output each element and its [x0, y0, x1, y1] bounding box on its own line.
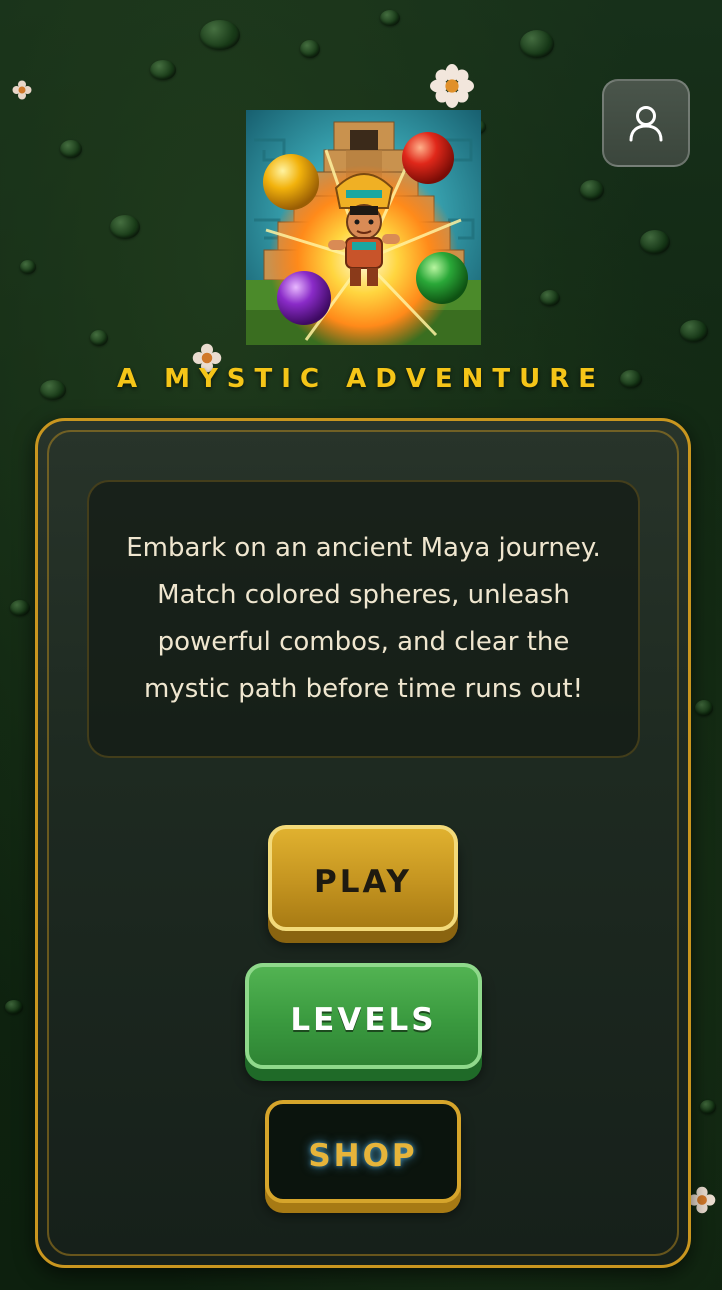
water-droplet	[60, 140, 82, 158]
game-key-art	[246, 110, 481, 345]
water-droplet	[520, 30, 554, 58]
water-droplet	[90, 330, 108, 346]
water-droplet	[150, 60, 176, 80]
flower-icon	[688, 1186, 716, 1214]
levels-button[interactable]: LEVELS	[245, 963, 482, 1069]
water-droplet	[680, 320, 708, 342]
description-box: Embark on an ancient Maya journey. Match…	[87, 480, 640, 758]
water-droplet	[20, 260, 36, 274]
water-droplet	[700, 1100, 716, 1114]
flower-icon	[12, 80, 32, 100]
shop-button[interactable]: SHOP	[265, 1100, 461, 1203]
water-droplet	[5, 1000, 23, 1014]
water-droplet	[300, 40, 320, 58]
water-droplet	[380, 10, 400, 26]
water-droplet	[580, 180, 604, 200]
water-droplet	[10, 600, 30, 616]
water-droplet	[110, 215, 140, 239]
play-button[interactable]: PLAY	[268, 825, 458, 931]
user-icon	[629, 106, 663, 142]
water-droplet	[200, 20, 240, 50]
profile-button[interactable]	[602, 79, 690, 167]
game-description: Embark on an ancient Maya journey. Match…	[126, 533, 601, 704]
water-droplet	[695, 700, 713, 716]
flower-icon	[430, 64, 474, 108]
water-droplet	[640, 230, 670, 254]
game-tagline: A MYSTIC ADVENTURE	[116, 364, 606, 394]
water-droplet	[540, 290, 560, 306]
